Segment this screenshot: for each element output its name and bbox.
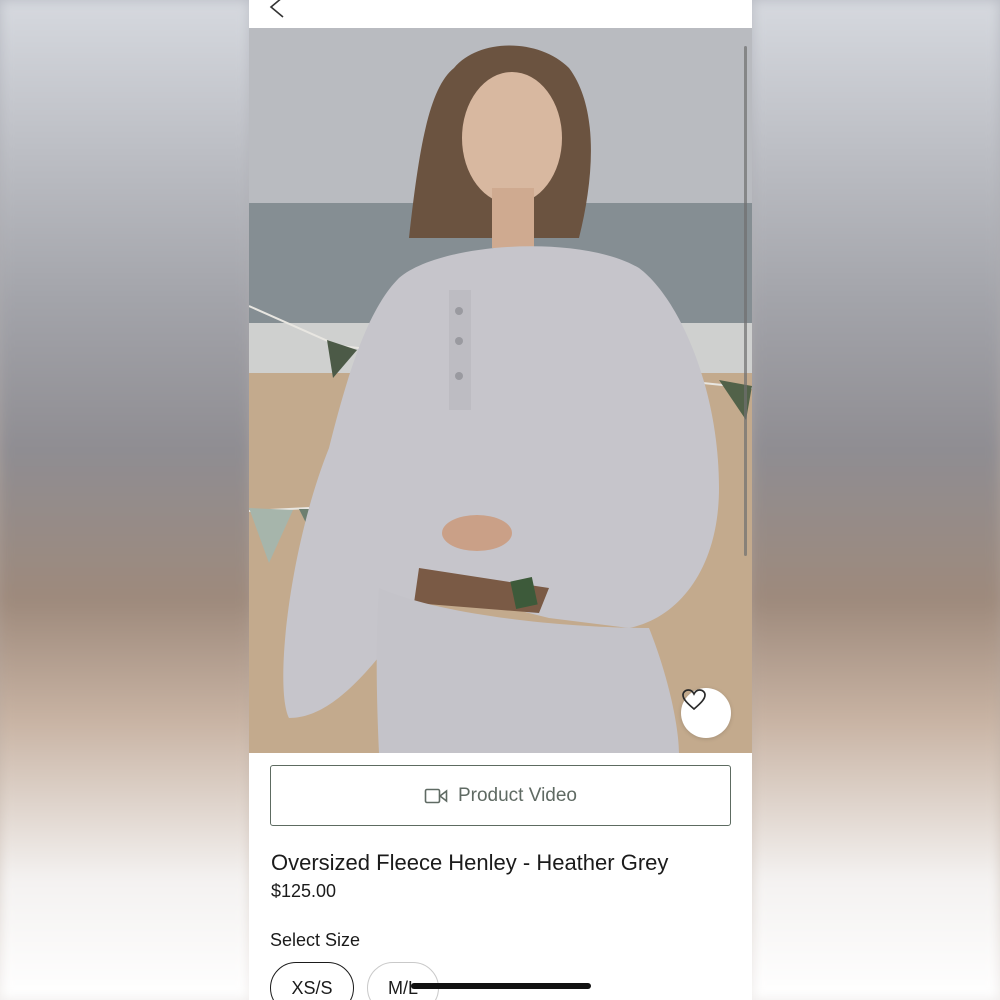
video-camera-icon: [424, 788, 448, 803]
top-bar: [249, 0, 752, 28]
blurred-background-right: [752, 0, 1000, 1000]
product-video-label: Product Video: [457, 784, 577, 806]
back-button[interactable]: [263, 0, 289, 20]
size-selector-label: Select Size: [270, 930, 361, 950]
product-video-button[interactable]: Product Video: [270, 765, 731, 826]
chevron-left-icon: [269, 0, 284, 18]
home-indicator: [411, 983, 591, 989]
image-scroll-indicator: [744, 46, 747, 556]
product-page: Product Video Oversized Fleece Henley - …: [249, 0, 752, 1000]
product-title: Oversized Fleece Henley - Heather Grey: [271, 850, 669, 875]
size-option-xs-s[interactable]: XS/S: [270, 962, 354, 1000]
size-option-m-l[interactable]: M/L: [367, 962, 439, 1000]
product-price: $125.00: [271, 881, 337, 901]
heart-icon: [682, 689, 706, 711]
product-photo: [249, 28, 752, 753]
blurred-background-left: [0, 0, 250, 1000]
favorite-button[interactable]: [681, 688, 731, 738]
product-image[interactable]: [249, 28, 752, 753]
